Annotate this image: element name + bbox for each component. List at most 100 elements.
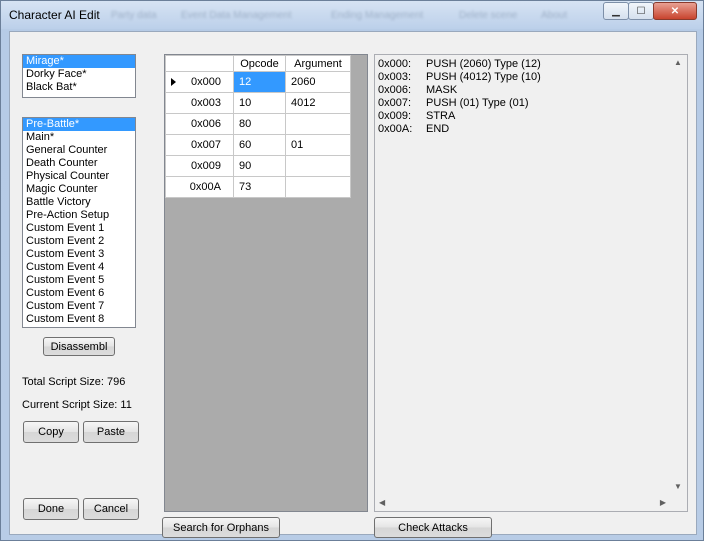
disassembly-line: 0x003: PUSH (4012) Type (10) (378, 71, 541, 84)
row-address-cell[interactable]: 0x007 (165, 134, 234, 156)
row-address-cell[interactable]: 0x006 (165, 113, 234, 135)
scroll-down-icon[interactable]: ▼ (674, 482, 682, 491)
script-list-item[interactable]: Pre-Action Setup (23, 209, 135, 222)
cancel-button[interactable]: Cancel (83, 498, 139, 520)
row-header-corner (165, 55, 234, 72)
row-address-cell[interactable]: 0x000 (165, 71, 234, 93)
character-list[interactable]: Mirage* Dorky Face* Black Bat* (22, 54, 136, 98)
disassembly-instruction: PUSH (01) Type (01) (426, 97, 529, 109)
script-list-item[interactable]: Custom Event 4 (23, 261, 135, 274)
script-list-item[interactable]: Custom Event 7 (23, 300, 135, 313)
script-list-item[interactable]: Death Counter (23, 157, 135, 170)
disassembly-address: 0x00A: (378, 123, 413, 135)
opcode-cell[interactable]: 10 (233, 92, 286, 114)
script-list-item[interactable]: Magic Counter (23, 183, 135, 196)
row-address-text: 0x003 (191, 97, 221, 109)
grid-row[interactable]: 0x00A 73 (165, 176, 351, 198)
script-list-item[interactable]: Pre-Battle* (23, 118, 135, 131)
row-address-cell[interactable]: 0x00A (165, 176, 234, 198)
argument-cell[interactable]: 01 (285, 134, 351, 156)
character-list-item[interactable]: Dorky Face* (23, 68, 135, 81)
argument-cell[interactable] (285, 113, 351, 135)
opcode-cell[interactable]: 80 (233, 113, 286, 135)
disassembly-instruction: STRA (426, 110, 456, 122)
script-list-item[interactable]: Main* (23, 131, 135, 144)
window-controls: ▁ ☐ ✕ (603, 2, 697, 20)
argument-cell[interactable]: 2060 (285, 71, 351, 93)
disassembly-address: 0x006: (378, 84, 412, 96)
disassembly-instruction: MASK (426, 84, 458, 96)
disassembly-line: 0x00A: END (378, 123, 541, 136)
disassembly-line: 0x006: MASK (378, 84, 541, 97)
opcode-cell[interactable]: 12 (233, 71, 286, 93)
grid-row[interactable]: 0x003 10 4012 (165, 92, 351, 114)
argument-column-header[interactable]: Argument (285, 55, 351, 72)
horizontal-scrollbar[interactable]: ◀ ▶ (375, 494, 670, 511)
search-orphans-button[interactable]: Search for Orphans (162, 517, 280, 538)
script-list-item[interactable]: Custom Event 6 (23, 287, 135, 300)
character-ai-edit-window: Character AI Edit Party data Event Data … (0, 0, 704, 541)
window-title: Character AI Edit (9, 8, 100, 22)
maximize-button[interactable]: ☐ (628, 2, 654, 20)
done-button[interactable]: Done (23, 498, 79, 520)
argument-cell[interactable] (285, 155, 351, 177)
row-address-text: 0x009 (191, 160, 221, 172)
opcode-cell[interactable]: 60 (233, 134, 286, 156)
script-list[interactable]: Pre-Battle* Main* General Counter Death Cou… (22, 117, 136, 328)
argument-cell[interactable] (285, 176, 351, 198)
scroll-up-icon[interactable]: ▲ (674, 58, 682, 67)
check-attacks-button[interactable]: Check Attacks (374, 517, 492, 538)
disassembly-textbox[interactable]: 0x000: PUSH (2060) Type (12) 0x003: PUSH (4… (374, 54, 688, 512)
opcode-table: Opcode Argument 0x000 12 2060 0x003 10 4012 0x… (165, 55, 351, 198)
opcode-column-header[interactable]: Opcode (233, 55, 286, 72)
row-address-cell[interactable]: 0x003 (165, 92, 234, 114)
scroll-left-icon[interactable]: ◀ (379, 498, 385, 507)
row-address-text: 0x006 (191, 118, 221, 130)
grid-header-row: Opcode Argument (165, 55, 351, 72)
vertical-scrollbar[interactable]: ▲ ▼ (670, 55, 687, 494)
script-list-item[interactable]: Custom Event 2 (23, 235, 135, 248)
dialog-client-area: Mirage* Dorky Face* Black Bat* Pre-Battle*… (9, 31, 697, 538)
argument-cell[interactable]: 4012 (285, 92, 351, 114)
row-address-text: 0x007 (191, 139, 221, 151)
grid-row[interactable]: 0x000 12 2060 (165, 71, 351, 93)
script-list-item[interactable]: Physical Counter (23, 170, 135, 183)
total-script-size-label: Total Script Size: 796 (22, 376, 126, 388)
script-list-item[interactable]: Custom Event 1 (23, 222, 135, 235)
opcode-grid: Opcode Argument 0x000 12 2060 0x003 10 4012 0x… (164, 54, 368, 512)
current-row-arrow-icon (171, 78, 176, 86)
character-list-item[interactable]: Mirage* (23, 55, 135, 68)
background-menu-ghost: Ending Management (331, 10, 424, 21)
disassemble-button[interactable]: Disassembl (43, 337, 115, 356)
close-icon: ✕ (670, 5, 680, 17)
opcode-cell[interactable]: 73 (233, 176, 286, 198)
minimize-button[interactable]: ▁ (603, 2, 629, 20)
background-menu-ghost: Delete scene (459, 10, 518, 21)
script-list-item[interactable]: Battle Victory (23, 196, 135, 209)
disassembly-instruction: PUSH (2060) Type (12) (426, 58, 541, 70)
character-list-item[interactable]: Black Bat* (23, 81, 135, 94)
script-list-item[interactable]: General Counter (23, 144, 135, 157)
disassembly-lines: 0x000: PUSH (2060) Type (12) 0x003: PUSH (4… (378, 58, 541, 136)
background-menu-ghost: About (541, 10, 568, 21)
title-bar[interactable]: Character AI Edit Party data Event Data … (1, 1, 703, 29)
background-menu-ghost: Party data (111, 10, 157, 21)
grid-row[interactable]: 0x009 90 (165, 155, 351, 177)
disassembly-instruction: PUSH (4012) Type (10) (426, 71, 541, 83)
maximize-icon: ☐ (636, 5, 646, 17)
scroll-right-icon[interactable]: ▶ (660, 498, 666, 507)
row-address-cell[interactable]: 0x009 (165, 155, 234, 177)
paste-button[interactable]: Paste (83, 421, 139, 443)
row-address-text: 0x00A (189, 181, 221, 193)
grid-row[interactable]: 0x007 60 01 (165, 134, 351, 156)
disassembly-address: 0x009: (378, 110, 412, 122)
copy-button[interactable]: Copy (23, 421, 79, 443)
script-list-item[interactable]: Custom Event 8 (23, 313, 135, 326)
opcode-cell[interactable]: 90 (233, 155, 286, 177)
script-list-item[interactable]: Custom Event 5 (23, 274, 135, 287)
close-button[interactable]: ✕ (653, 2, 697, 20)
grid-row[interactable]: 0x006 80 (165, 113, 351, 135)
disassembly-address: 0x003: (378, 71, 412, 83)
script-list-item[interactable]: Custom Event 3 (23, 248, 135, 261)
current-script-size-label: Current Script Size: 11 (22, 399, 132, 411)
